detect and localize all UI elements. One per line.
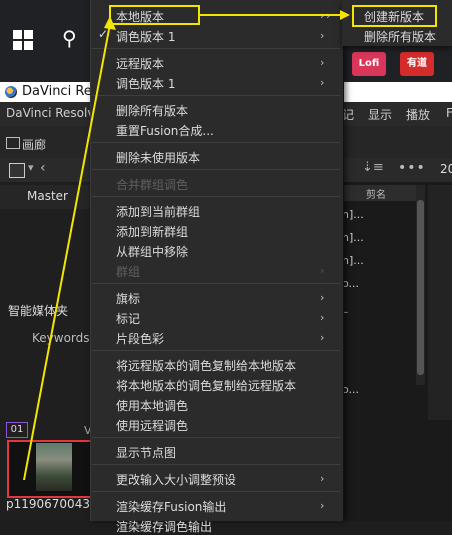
chevron-right-icon: ›	[326, 9, 331, 22]
clip-index-badge: 01	[6, 422, 28, 438]
window-title: DaVinci Res	[22, 84, 99, 99]
context-menu-item[interactable]: 重置Fusion合成...	[116, 122, 214, 139]
menu-separator	[92, 196, 340, 197]
menu-separator	[92, 95, 340, 96]
list-row[interactable]: o...	[342, 277, 359, 290]
context-menu-item[interactable]: 远程版本	[116, 55, 164, 72]
annotation-highlight-local-version	[109, 5, 200, 25]
chevron-right-icon: ›	[320, 472, 325, 485]
menu-separator	[92, 169, 340, 170]
chevron-down-icon[interactable]: ▾	[28, 161, 34, 174]
clip-thumbnail-image	[36, 443, 72, 491]
scrollbar-thumb[interactable]	[417, 200, 424, 375]
context-menu-item: 群组	[116, 265, 141, 279]
more-options-icon[interactable]: •••	[398, 160, 426, 176]
list-row[interactable]: o...	[342, 383, 359, 396]
context-menu-item[interactable]: 添加到新群组	[116, 223, 188, 240]
context-menu-item[interactable]: 添加到当前群组	[116, 203, 200, 220]
davinci-resolve-icon	[5, 86, 17, 98]
chevron-right-icon: ›	[320, 76, 325, 89]
master-bin-label[interactable]: Master	[27, 189, 68, 203]
lofi-app-icon[interactable]: Lofi	[352, 52, 386, 76]
chevron-right-icon: ›	[320, 29, 325, 42]
list-row[interactable]: n]...	[342, 208, 364, 221]
chevron-right-icon: ›	[320, 9, 325, 22]
context-menu-item: 合并群组调色	[116, 178, 189, 192]
smart-bins-heading[interactable]: 智能媒体夹	[8, 302, 68, 319]
context-menu-item[interactable]: 调色版本 1	[116, 75, 175, 92]
chevron-right-icon: ›	[320, 311, 325, 324]
column-header-label: 剪名	[366, 190, 386, 201]
context-menu-item[interactable]: 使用本地调色	[116, 397, 188, 414]
menu-separator	[92, 491, 340, 492]
context-menu-item[interactable]: 将本地版本的调色复制给远程版本	[116, 377, 296, 394]
context-menu-item[interactable]: 删除所有版本	[116, 102, 188, 119]
menu-separator	[92, 464, 340, 465]
context-menu-item[interactable]: 显示节点图	[116, 444, 176, 461]
taskbar-pinned-apps: Lofi 有道	[346, 48, 452, 78]
menu-separator	[92, 350, 340, 351]
panel-toggle-icon[interactable]	[9, 163, 25, 178]
gallery-button[interactable]: 画廊	[22, 136, 46, 153]
context-menu-item[interactable]: 将远程版本的调色复制给本地版本	[116, 357, 296, 374]
viewer-side-column	[428, 185, 452, 420]
youdao-app-icon[interactable]: 有道	[400, 52, 434, 76]
annotation-highlight-create-version	[352, 5, 437, 27]
search-icon[interactable]: ⚲	[62, 26, 77, 50]
gallery-icon[interactable]	[6, 137, 20, 149]
submenu-item-delete-all-versions[interactable]: 删除所有版本	[364, 28, 436, 45]
menu-separator	[92, 283, 340, 284]
chevron-right-icon: ›	[320, 499, 325, 512]
timecode-fragment: 20	[440, 162, 452, 176]
context-menu-item[interactable]: 片段色彩	[116, 330, 164, 347]
keywords-bin[interactable]: Keywords	[32, 331, 90, 345]
menu-separator	[92, 48, 340, 49]
menu-item-view[interactable]: 显示	[368, 106, 392, 123]
chevron-right-icon: ›	[320, 291, 325, 304]
context-menu-item[interactable]: 调色版本 1	[116, 28, 175, 45]
clip-filename: p1190670043.j	[6, 497, 98, 511]
context-menu-item[interactable]: 渲染缓存Fusion输出	[116, 498, 226, 515]
menu-item-playback[interactable]: 播放	[406, 106, 430, 123]
checkmark-icon: ✓	[98, 27, 109, 41]
menu-separator	[92, 437, 340, 438]
back-arrow-icon[interactable]: ‹	[40, 160, 46, 176]
chevron-right-icon: ›	[320, 331, 325, 344]
context-menu-item[interactable]: 更改输入大小调整预设	[116, 471, 236, 488]
context-menu-item[interactable]: 从群组中移除	[116, 243, 188, 260]
context-menu-item[interactable]: 标记	[116, 310, 140, 327]
chevron-right-icon: ›	[320, 264, 325, 277]
menu-item-fusion[interactable]: F	[446, 106, 452, 120]
menu-separator	[92, 142, 340, 143]
context-menu-item[interactable]: 删除未使用版本	[116, 149, 200, 166]
context-menu-item[interactable]: 旗标	[116, 290, 140, 307]
sort-icon[interactable]: ⇣≡	[362, 160, 384, 175]
windows-start-icon[interactable]	[13, 30, 33, 50]
list-row[interactable]: n]...	[342, 231, 364, 244]
app-name: DaVinci Resolv	[6, 106, 95, 120]
context-menu-item[interactable]: 使用远程调色	[116, 417, 188, 434]
list-row[interactable]: n]...	[342, 254, 364, 267]
chevron-right-icon: ›	[320, 56, 325, 69]
